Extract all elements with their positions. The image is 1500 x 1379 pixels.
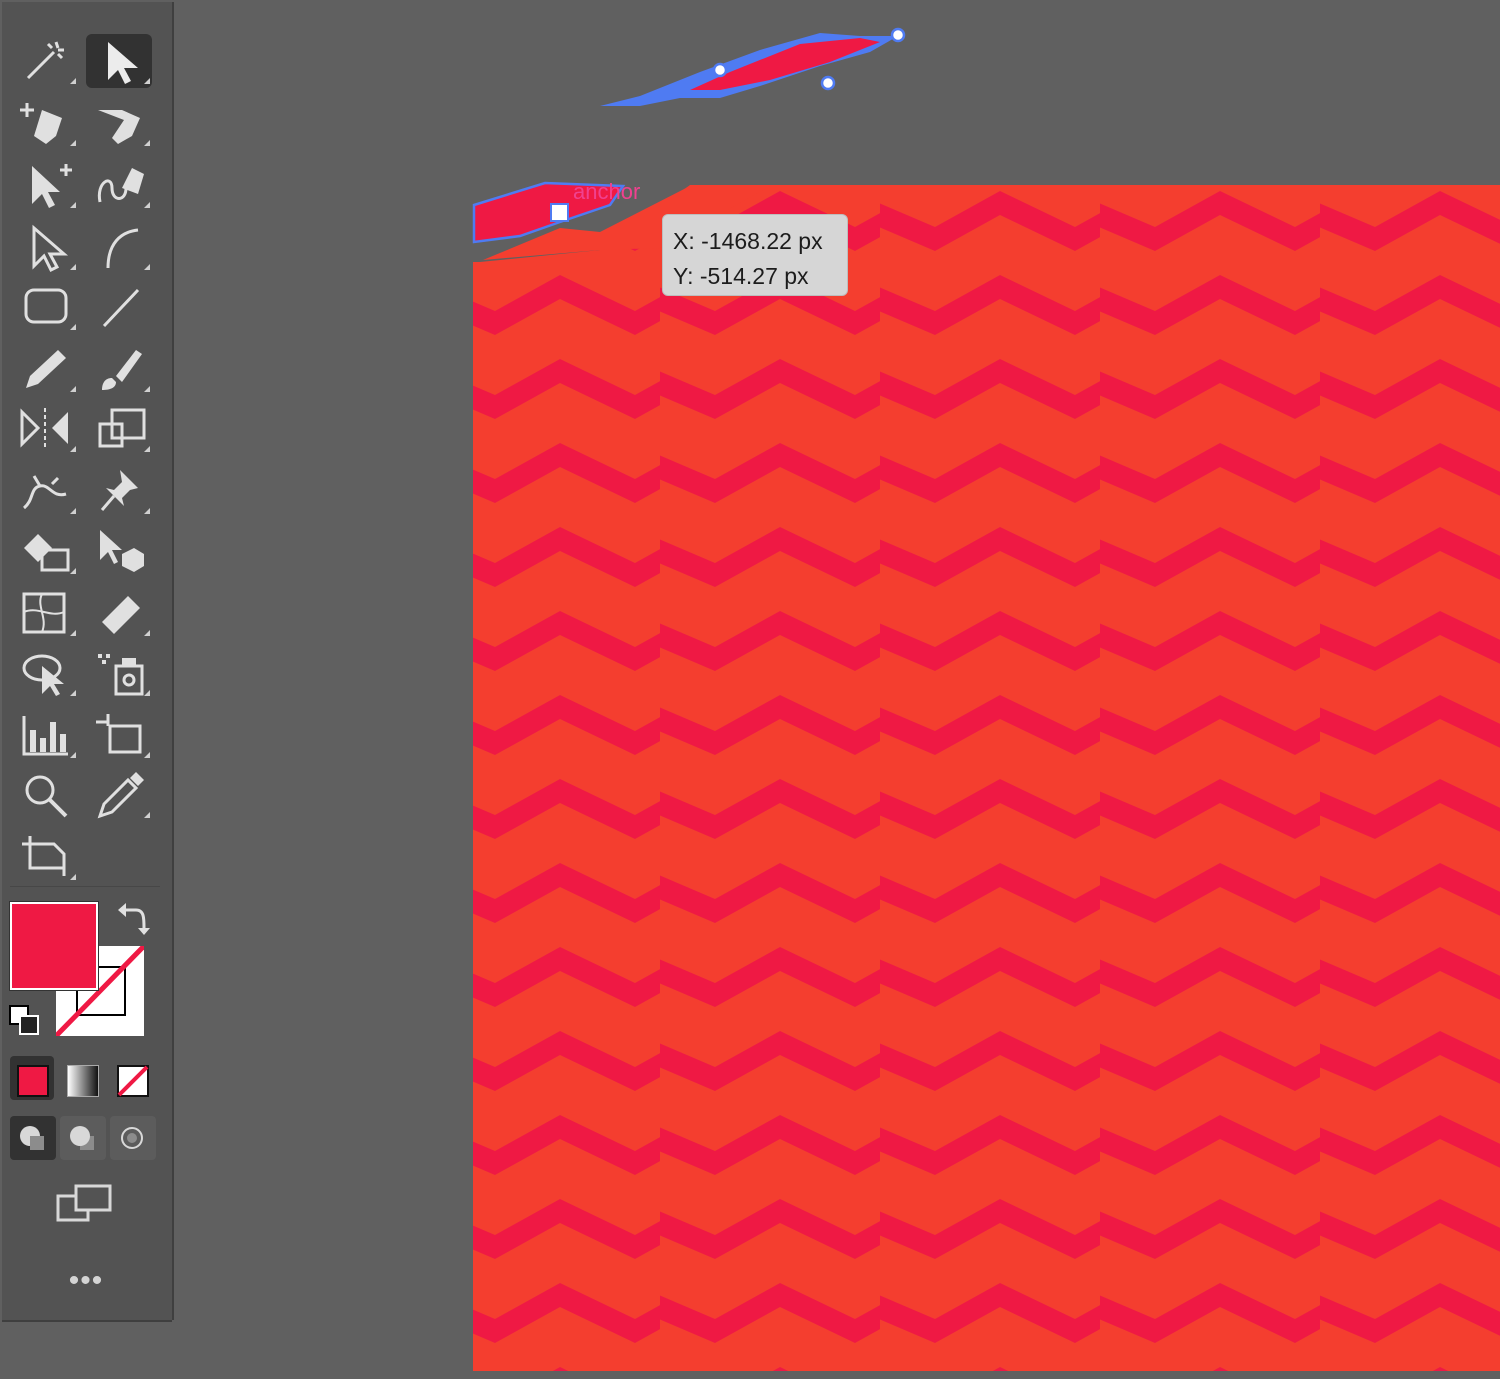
line-segment-tool[interactable] [86, 280, 152, 334]
none-swatch-icon [117, 1065, 149, 1097]
draw-normal-icon [20, 1126, 44, 1150]
artboard-tool[interactable] [86, 708, 152, 762]
arc-icon [106, 228, 150, 270]
tooltip-y-value: Y: -514.27 px [673, 263, 809, 289]
eraser-tool[interactable] [86, 586, 152, 640]
edit-toolbar-button[interactable]: ••• [58, 1266, 114, 1300]
symbol-sprayer-tool[interactable] [86, 646, 152, 700]
direct-selection-tool[interactable] [12, 220, 78, 274]
artboard[interactable] [473, 185, 1500, 1371]
crop-image-icon [22, 836, 76, 880]
puppet-warp-tool[interactable] [12, 464, 78, 518]
draw-behind-icon [70, 1126, 94, 1150]
fill-swatch[interactable] [10, 902, 98, 990]
draw-behind-button[interactable] [60, 1116, 106, 1160]
scale-icon [98, 408, 150, 452]
line-segment-icon [102, 288, 140, 328]
puppet-warp-icon [22, 475, 76, 514]
reflect-tool[interactable] [12, 402, 78, 456]
floating-selection-path[interactable] [600, 27, 906, 106]
column-graph-tool[interactable] [12, 708, 78, 762]
crop-image-tool[interactable] [12, 830, 78, 884]
canvas-area[interactable] [0, 0, 1500, 1379]
arc-tool[interactable] [86, 220, 152, 274]
bezier-handle-point[interactable] [712, 62, 728, 78]
anchor-point-icon [98, 110, 150, 146]
magic-wand-icon [26, 41, 76, 84]
artboard-icon [96, 714, 150, 758]
lasso-tool[interactable] [12, 646, 78, 700]
pencil-tool[interactable] [12, 342, 78, 396]
pin-tool[interactable] [86, 464, 152, 518]
mesh-icon [22, 592, 76, 636]
anchor-point-tool[interactable] [86, 96, 152, 150]
add-anchor-pen-tool[interactable] [12, 96, 78, 150]
zoom-tool[interactable] [12, 768, 78, 822]
color-mode-swatch [17, 1065, 49, 1097]
magic-wand-tool[interactable] [12, 34, 78, 88]
selection-arrow-icon [108, 42, 150, 84]
mesh-tool[interactable] [12, 586, 78, 640]
screen-mode-icon[interactable] [54, 1182, 114, 1226]
smart-guide-anchor-label: anchor [573, 179, 641, 204]
eraser-icon [102, 596, 150, 636]
rounded-rectangle-tool[interactable] [12, 280, 78, 334]
swap-fill-stroke-icon[interactable] [114, 898, 152, 936]
symbol-sprayer-icon [98, 654, 150, 696]
pin-icon [100, 470, 150, 514]
add-anchor-pen-icon [20, 103, 76, 146]
lasso-icon [22, 654, 76, 696]
draw-inside-button[interactable] [110, 1116, 156, 1160]
color-mode-button[interactable] [10, 1056, 54, 1100]
bezier-handle-point[interactable] [820, 75, 836, 91]
eyedropper-icon [97, 772, 150, 819]
live-paint-tool[interactable] [12, 524, 78, 578]
direct-selection-plus-tool[interactable] [12, 158, 78, 212]
curvature-tool[interactable] [86, 158, 152, 212]
direct-selection-icon [32, 224, 76, 273]
draw-normal-button[interactable] [10, 1116, 56, 1160]
curvature-pen-icon [97, 168, 150, 208]
gradient-mode-button[interactable] [60, 1056, 104, 1100]
pencil-icon [26, 350, 76, 392]
coordinate-tooltip: X: -1468.22 px Y: -514.27 px [662, 214, 848, 296]
eyedropper-tool[interactable] [86, 768, 152, 822]
rounded-rectangle-icon [24, 288, 76, 330]
reflect-icon [20, 408, 76, 452]
gradient-swatch [67, 1065, 99, 1097]
shape-builder-tool[interactable] [86, 524, 152, 578]
paintbrush-tool[interactable] [86, 342, 152, 396]
default-fill-stroke-icon[interactable] [8, 1004, 42, 1038]
tools-panel: ••• [2, 2, 172, 1320]
scale-tool[interactable] [86, 402, 152, 456]
none-mode-button[interactable] [110, 1056, 154, 1100]
draw-inside-icon [121, 1127, 143, 1149]
toolbar-separator [10, 886, 160, 887]
tooltip-x-value: X: -1468.22 px [673, 228, 823, 254]
shape-builder-icon [100, 530, 144, 572]
direct-selection-plus-icon [32, 164, 76, 208]
zoom-icon [25, 775, 68, 818]
column-graph-icon [22, 716, 76, 758]
anchor-point-handle[interactable] [550, 203, 569, 222]
paintbrush-icon [102, 350, 150, 392]
selection-tool[interactable] [86, 34, 152, 88]
bezier-handle-point[interactable] [890, 27, 906, 43]
live-paint-icon [24, 534, 76, 574]
